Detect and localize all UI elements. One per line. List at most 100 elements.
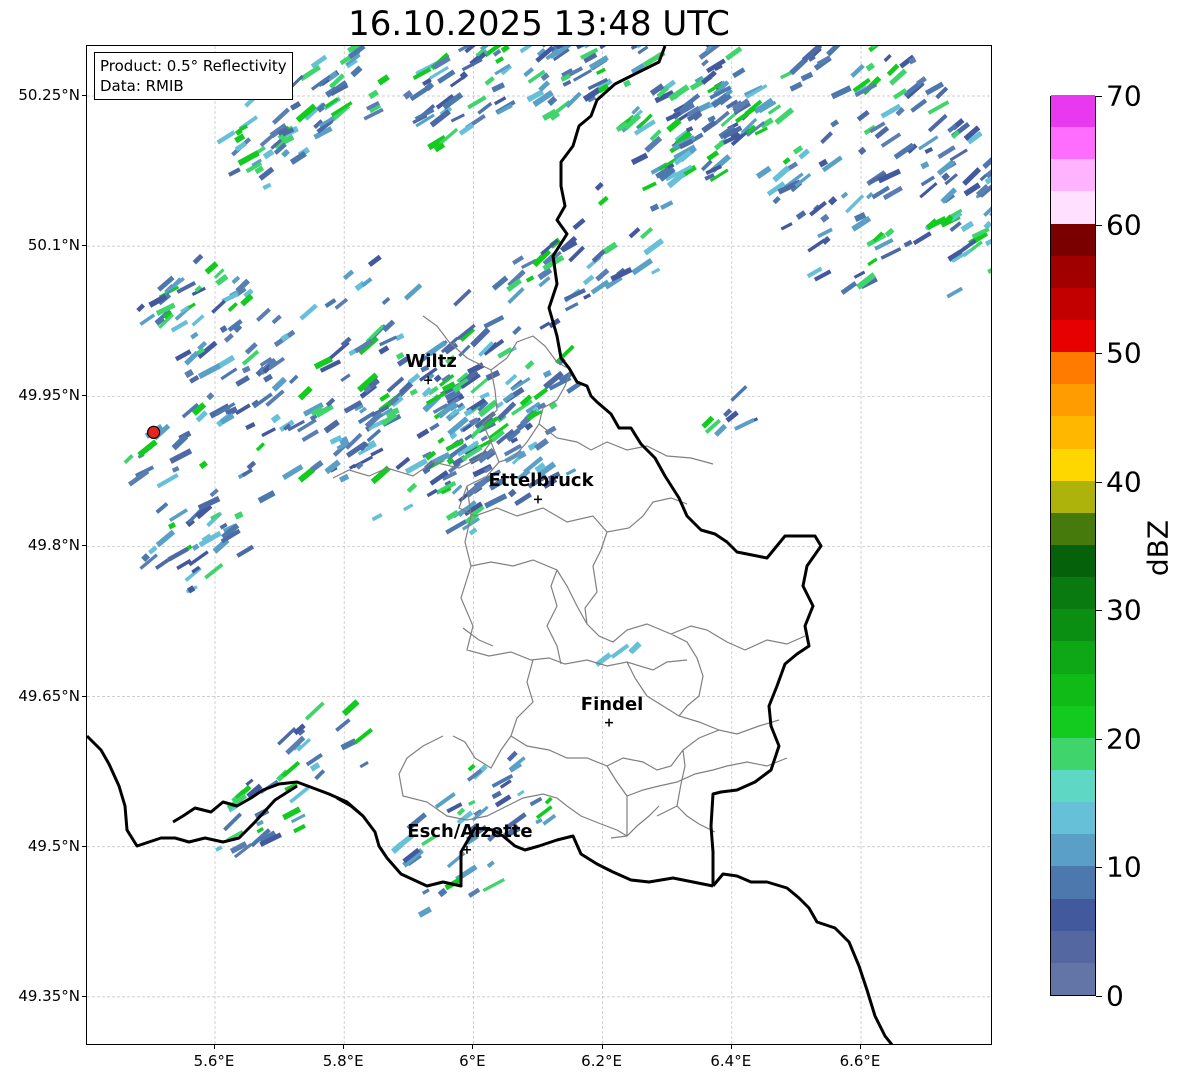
echo-cell bbox=[523, 67, 535, 78]
echo-cell bbox=[800, 71, 814, 82]
colorbar-tick-label: 0 bbox=[1106, 979, 1124, 1013]
colorbar-tick-mark bbox=[1096, 996, 1102, 997]
echo-cell bbox=[583, 293, 592, 300]
colorbar-tick-mark bbox=[1096, 738, 1102, 740]
echo-cell bbox=[299, 303, 318, 321]
colorbar-tick-label: 30 bbox=[1106, 593, 1142, 627]
echo-cell bbox=[850, 63, 865, 78]
echo-cell bbox=[456, 807, 466, 816]
echo-cell bbox=[359, 761, 369, 769]
echo-cell bbox=[370, 447, 384, 457]
lon-tick-mark bbox=[601, 1045, 603, 1049]
colorbar-segment bbox=[1051, 737, 1095, 770]
echo-cell bbox=[982, 153, 991, 169]
radar-map[interactable] bbox=[86, 45, 992, 1045]
echo-cell bbox=[483, 314, 505, 329]
echo-cell bbox=[204, 261, 219, 275]
echo-cell bbox=[538, 80, 551, 92]
echo-cell bbox=[304, 701, 325, 721]
echo-cell bbox=[826, 46, 843, 57]
colorbar-segment bbox=[1051, 833, 1095, 867]
echo-cell bbox=[170, 319, 189, 333]
echo-cell bbox=[565, 91, 582, 109]
echo-cell bbox=[409, 388, 418, 396]
colorbar-segment bbox=[1051, 898, 1095, 931]
echo-cell bbox=[350, 65, 363, 78]
echo-cell bbox=[367, 254, 382, 267]
echo-cell bbox=[650, 267, 661, 275]
echo-cell bbox=[219, 325, 228, 334]
echo-cell bbox=[845, 194, 865, 214]
echo-cell bbox=[840, 191, 849, 199]
echo-cell bbox=[563, 288, 586, 302]
echo-cell bbox=[220, 367, 238, 381]
echo-cell bbox=[595, 268, 610, 282]
echo-cell bbox=[228, 167, 241, 177]
echo-cell bbox=[148, 545, 158, 555]
echo-cell bbox=[820, 131, 833, 145]
echo-cell bbox=[191, 543, 200, 551]
echo-cell bbox=[484, 493, 508, 509]
echo-cell bbox=[409, 86, 429, 102]
echo-cell bbox=[190, 331, 199, 340]
echo-cell bbox=[402, 503, 414, 512]
echo-cell bbox=[167, 522, 177, 530]
echo-cell bbox=[780, 222, 793, 231]
colorbar-tick-mark bbox=[1096, 867, 1102, 869]
product-info-box: Product: 0.5° Reflectivity Data: RMIB bbox=[94, 52, 293, 100]
colorbar-segment bbox=[1051, 640, 1095, 674]
echo-cell bbox=[630, 152, 649, 166]
colorbar-segment bbox=[1051, 544, 1095, 578]
colorbar-segment bbox=[1051, 930, 1095, 963]
echo-cell bbox=[987, 263, 991, 274]
lon-tick-mark bbox=[343, 1045, 345, 1049]
lon-tick-mark bbox=[730, 1045, 732, 1049]
echo-cell bbox=[256, 827, 265, 834]
echo-cell bbox=[169, 448, 193, 464]
colorbar-label: dBZ bbox=[1141, 519, 1175, 577]
echo-cell bbox=[486, 860, 495, 868]
echo-cell bbox=[289, 101, 302, 111]
echo-cell bbox=[468, 799, 476, 806]
echo-cell bbox=[281, 760, 301, 778]
echo-cell bbox=[379, 392, 391, 402]
colorbar-segment bbox=[1051, 608, 1095, 642]
echo-cell bbox=[434, 792, 456, 809]
echo-cell bbox=[631, 258, 654, 276]
echo-cell bbox=[516, 789, 525, 797]
echo-cell bbox=[960, 220, 975, 233]
echo-cell bbox=[564, 302, 579, 312]
lon-tick-label: 5.8°E bbox=[322, 1052, 364, 1070]
echo-cell bbox=[277, 727, 297, 746]
echo-cell bbox=[329, 435, 343, 445]
echo-cell bbox=[504, 373, 518, 386]
echo-cell bbox=[524, 360, 535, 370]
echo-cell bbox=[323, 419, 340, 434]
echo-cell bbox=[261, 427, 277, 438]
lat-tick-label: 49.5°N bbox=[27, 836, 80, 855]
echo-cell bbox=[591, 249, 606, 263]
echo-cell bbox=[789, 81, 803, 92]
echo-cell bbox=[519, 46, 535, 54]
echo-cell bbox=[204, 563, 224, 580]
echo-cell bbox=[482, 878, 506, 892]
lon-tick-mark bbox=[472, 1045, 474, 1049]
lat-tick-mark bbox=[82, 845, 86, 847]
echo-cell bbox=[649, 203, 660, 212]
echo-cell bbox=[856, 109, 870, 122]
product-label: Product: 0.5° Reflectivity bbox=[100, 57, 287, 75]
echo-cell bbox=[774, 107, 795, 125]
echo-cell bbox=[271, 314, 282, 325]
echo-cell bbox=[884, 227, 895, 238]
lat-tick-label: 49.8°N bbox=[27, 536, 80, 555]
echo-cell bbox=[168, 508, 189, 523]
echo-cell bbox=[772, 196, 781, 205]
echo-cell bbox=[927, 113, 948, 133]
echo-cell bbox=[406, 482, 418, 494]
echo-cell bbox=[880, 247, 902, 260]
echo-cell bbox=[353, 727, 373, 745]
echo-cell bbox=[535, 818, 543, 825]
echo-cell bbox=[529, 796, 543, 807]
city-label: Wiltz bbox=[405, 351, 457, 373]
echo-cell bbox=[417, 906, 432, 918]
